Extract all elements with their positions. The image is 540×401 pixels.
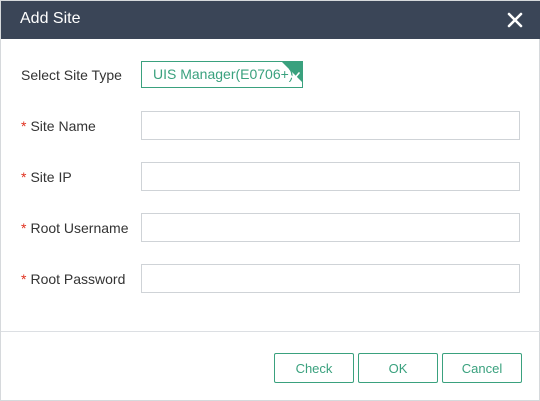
root-username-label: * Root Username xyxy=(21,220,129,236)
ok-button[interactable]: OK xyxy=(358,353,438,383)
required-marker: * xyxy=(21,169,27,185)
root-password-input[interactable] xyxy=(141,264,520,293)
site-name-label-text: Site Name xyxy=(30,118,96,134)
check-button[interactable]: Check xyxy=(274,353,354,383)
site-type-value: UIS Manager(E0706+) xyxy=(153,66,294,82)
site-name-label: * Site Name xyxy=(21,118,96,134)
root-username-label-text: Root Username xyxy=(30,220,129,236)
site-ip-input[interactable] xyxy=(141,162,520,191)
site-type-option[interactable]: UIS Manager(E0706+) xyxy=(141,61,303,88)
root-password-label: * Root Password xyxy=(21,271,125,287)
root-password-label-text: Root Password xyxy=(30,271,126,287)
cancel-button[interactable]: Cancel xyxy=(442,353,522,383)
dialog-titlebar: Add Site xyxy=(1,1,540,39)
required-marker: * xyxy=(21,118,27,134)
dialog-title: Add Site xyxy=(20,10,81,27)
add-site-dialog: Add Site Select Site Type UIS Manager(E0… xyxy=(0,0,540,401)
root-username-input[interactable] xyxy=(141,213,520,242)
required-marker: * xyxy=(21,271,27,287)
site-ip-label-text: Site IP xyxy=(30,169,72,185)
required-marker: * xyxy=(21,220,27,236)
site-ip-label: * Site IP xyxy=(21,169,72,185)
checkmark-icon xyxy=(290,63,300,80)
site-type-label: Select Site Type xyxy=(21,67,122,83)
site-name-input[interactable] xyxy=(141,111,520,140)
footer-divider xyxy=(1,331,540,332)
close-icon[interactable] xyxy=(505,10,525,30)
